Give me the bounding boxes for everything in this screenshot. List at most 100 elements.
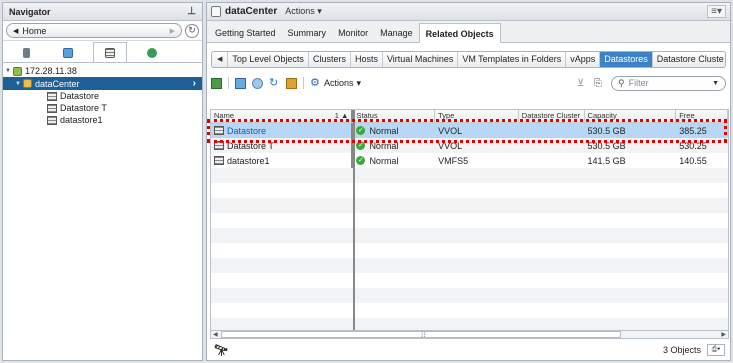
- subtab-top-level-objects[interactable]: Top Level Objects: [228, 52, 309, 67]
- register-vm-icon[interactable]: [235, 77, 246, 89]
- scroll-left-icon[interactable]: ◀: [213, 331, 218, 338]
- tab-getting-started[interactable]: Getting Started: [209, 24, 282, 42]
- vm-icon: [63, 48, 73, 58]
- tree-label-host: 172.28.11.38: [25, 66, 77, 76]
- main-panel: dataCenter Actions ▾ ≡▾ Getting Started …: [206, 2, 731, 361]
- search-icon: ⚲: [618, 77, 625, 88]
- panel-menu-icon[interactable]: ≡▾: [707, 5, 726, 18]
- datacenter-icon: [23, 79, 32, 88]
- status-ok-icon: ✓: [356, 156, 366, 165]
- toolbar-actions-menu[interactable]: ⚙ Actions ▾: [310, 76, 361, 89]
- column-header-name[interactable]: Name 1 ▲: [211, 110, 354, 122]
- list-toolbar: ↻ ⚙ Actions ▾ ⊻ ⎘ ⚲ Filter ▼: [207, 72, 730, 94]
- tab-networking[interactable]: [135, 44, 169, 62]
- pin-icon[interactable]: ⊥: [187, 6, 196, 17]
- status-ok-icon: ✓: [356, 141, 366, 150]
- chevron-down-icon[interactable]: ▼: [712, 80, 719, 87]
- cell-cluster: [519, 123, 585, 138]
- filter-input[interactable]: ⚲ Filter ▼: [611, 75, 726, 91]
- grid-header: Name 1 ▲ Status Type Datastore Cluster C…: [211, 110, 728, 123]
- sort-ascending-icon: 1 ▲: [334, 111, 349, 120]
- cell-name: Datastore: [211, 123, 354, 138]
- horizontal-scrollbar[interactable]: ◀ ⁝⁝ ▶: [210, 330, 729, 339]
- row-name[interactable]: Datastore: [227, 126, 266, 136]
- tab-hosts-clusters[interactable]: [9, 44, 43, 62]
- configure-io-icon[interactable]: [286, 77, 297, 89]
- chevron-right-icon[interactable]: ›: [193, 78, 196, 90]
- cell-status: ✓ Normal: [353, 153, 435, 168]
- row-name[interactable]: datastore1: [227, 156, 270, 166]
- scroll-left-icon[interactable]: ◀: [212, 52, 229, 67]
- subtab-vm-templates[interactable]: VM Templates in Folders: [458, 52, 567, 67]
- datacenter-icon: [211, 6, 221, 17]
- tree-item-datastore[interactable]: datastore1: [3, 114, 202, 126]
- tab-manage[interactable]: Manage: [374, 24, 419, 42]
- column-header-free[interactable]: Free: [676, 110, 728, 122]
- cell-status: ✓ Normal: [353, 123, 435, 138]
- find-icon[interactable]: 🔭︎: [214, 344, 228, 357]
- actions-label: Actions: [285, 6, 315, 16]
- status-ok-icon: ✓: [356, 126, 366, 135]
- name-column-divider: [353, 110, 355, 330]
- tree-label-datastore: Datastore: [60, 91, 100, 101]
- tree-item-datacenter[interactable]: ▼ dataCenter ›: [3, 77, 202, 90]
- tab-monitor[interactable]: Monitor: [332, 24, 374, 42]
- export-icon[interactable]: ⎙▾: [707, 344, 725, 356]
- datastore-icon: [47, 103, 57, 113]
- row-status: Normal: [369, 140, 399, 151]
- table-row[interactable]: Datastore ✓ Normal VVOL 530.5 GB 385.25: [211, 123, 728, 138]
- collapse-icon[interactable]: ▼: [15, 78, 23, 90]
- browse-files-icon[interactable]: [252, 77, 263, 89]
- clear-filter-icon[interactable]: ⊻: [577, 78, 588, 89]
- new-datastore-icon[interactable]: [211, 77, 222, 89]
- tab-vms-templates[interactable]: [51, 44, 85, 62]
- tab-summary[interactable]: Summary: [282, 24, 333, 42]
- forward-arrow-icon[interactable]: ▶: [170, 27, 175, 35]
- gear-icon: ⚙: [310, 76, 320, 89]
- scrollbar-grip-icon: ⁝⁝: [421, 331, 426, 339]
- export-list-icon[interactable]: ⎘: [594, 78, 605, 89]
- cell-cluster: [519, 138, 585, 153]
- column-header-datastore-cluster[interactable]: Datastore Cluster: [519, 110, 585, 122]
- subtab-hosts[interactable]: Hosts: [351, 52, 383, 67]
- object-title-text: dataCenter: [225, 6, 278, 17]
- subtab-datastore-clusters[interactable]: Datastore Cluste »: [653, 52, 725, 67]
- table-row[interactable]: Datastore T ✓ Normal VVOL 530.5 GB 530.25: [211, 138, 728, 153]
- row-name[interactable]: Datastore T: [227, 141, 274, 151]
- cell-type: VVOL: [438, 140, 463, 151]
- actions-menu[interactable]: Actions ▾: [285, 6, 322, 17]
- subtab-virtual-machines[interactable]: Virtual Machines: [383, 52, 459, 67]
- object-header: dataCenter Actions ▾ ≡▾: [207, 3, 730, 21]
- home-button[interactable]: ◀ Home ▶: [6, 23, 182, 38]
- object-title: dataCenter: [211, 6, 277, 17]
- subtab-vapps[interactable]: vApps: [566, 52, 601, 67]
- collapse-icon[interactable]: ▼: [5, 65, 13, 77]
- tree-item-datastore[interactable]: Datastore: [3, 90, 202, 102]
- datastore-icon: [214, 156, 224, 165]
- subtab-datastores[interactable]: Datastores: [600, 52, 653, 67]
- secondary-tabs: ◀ Top Level Objects Clusters Hosts Virtu…: [211, 51, 726, 68]
- tree-item-datastore[interactable]: Datastore T: [3, 102, 202, 114]
- home-bar: ◀ Home ▶ ↻: [3, 21, 202, 41]
- datastore-icon: [47, 115, 57, 125]
- tab-related-objects[interactable]: Related Objects: [418, 23, 501, 43]
- row-status: Normal: [369, 155, 399, 166]
- scroll-right-icon[interactable]: ▶: [721, 331, 726, 338]
- column-header-capacity[interactable]: Capacity: [585, 110, 677, 122]
- tree-item-host[interactable]: ▼ 172.28.11.38: [3, 65, 202, 77]
- cell-cluster: [519, 153, 585, 168]
- column-header-type[interactable]: Type: [435, 110, 519, 122]
- storage-icon: [105, 47, 115, 58]
- refresh-capacity-icon[interactable]: ↻: [269, 77, 280, 89]
- cell-name: Datastore T: [211, 138, 354, 153]
- datastore-icon: [214, 141, 224, 150]
- history-icon[interactable]: ↻: [185, 23, 199, 38]
- separator: [303, 77, 304, 89]
- table-row[interactable]: datastore1 ✓ Normal VMFS5 141.5 GB 140.55: [211, 153, 728, 168]
- separator: [228, 77, 229, 89]
- object-count: 3 Objects: [662, 345, 701, 355]
- column-header-status[interactable]: Status: [353, 110, 436, 122]
- toolbar-right: ⊻ ⎘ ⚲ Filter ▼: [577, 75, 726, 91]
- tab-storage[interactable]: [93, 42, 127, 62]
- subtab-clusters[interactable]: Clusters: [309, 52, 351, 67]
